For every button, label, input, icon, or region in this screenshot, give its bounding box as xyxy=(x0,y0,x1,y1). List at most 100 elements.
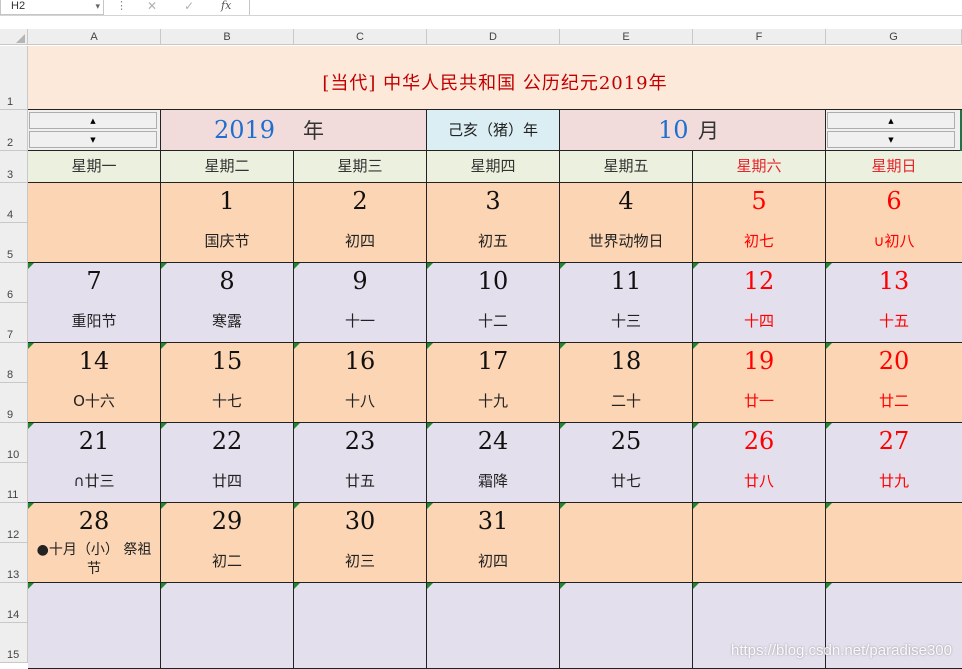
row-number: 11 xyxy=(7,489,19,501)
column-header[interactable]: D xyxy=(427,29,560,45)
cancel-icon[interactable]: ✕ xyxy=(147,0,157,12)
day-cell[interactable] xyxy=(294,583,427,669)
weekday-header[interactable]: 星期二 xyxy=(161,151,294,183)
day-cell[interactable]: 1 国庆节 xyxy=(161,183,294,263)
day-cell[interactable]: 31 初四 xyxy=(427,503,560,583)
day-cell[interactable]: 17 十九 xyxy=(427,343,560,423)
comment-indicator-icon xyxy=(826,583,832,589)
month-up-button[interactable]: ▲ xyxy=(827,112,955,129)
day-cell[interactable]: 26 廿八 xyxy=(693,423,826,503)
row-header[interactable]: 2 xyxy=(0,110,28,151)
day-cell[interactable]: 16 十八 xyxy=(294,343,427,423)
year-up-button[interactable]: ▲ xyxy=(29,112,157,129)
row-header[interactable]: 15 xyxy=(0,623,28,663)
insert-function-icon[interactable]: fx xyxy=(221,0,231,12)
day-cell[interactable]: 15 十七 xyxy=(161,343,294,423)
weekday-header[interactable]: 星期一 xyxy=(28,151,161,183)
column-header[interactable]: C xyxy=(294,29,427,45)
row-header[interactable]: 9 xyxy=(0,383,28,423)
weekday-header[interactable]: 星期四 xyxy=(427,151,560,183)
day-cell[interactable]: 29 初二 xyxy=(161,503,294,583)
comment-indicator-icon xyxy=(693,503,699,509)
row-header[interactable]: 11 xyxy=(0,463,28,503)
day-cell[interactable]: 7 重阳节 xyxy=(28,263,161,343)
drag-handle-icon[interactable]: ⋮ xyxy=(116,0,127,12)
day-cell[interactable]: 23 廿五 xyxy=(294,423,427,503)
day-cell[interactable] xyxy=(28,183,161,263)
column-headers: ABCDEFG xyxy=(0,29,962,45)
day-cell[interactable]: 19 廿一 xyxy=(693,343,826,423)
day-cell[interactable]: 24 霜降 xyxy=(427,423,560,503)
day-cell[interactable] xyxy=(161,583,294,669)
row-number: 5 xyxy=(7,249,14,261)
row-header[interactable]: 13 xyxy=(0,543,28,583)
day-cell[interactable]: 18 二十 xyxy=(560,343,693,423)
title-cell[interactable]: [当代] 中华人民共和国 公历纪元2019年 xyxy=(28,46,962,110)
row-header[interactable]: 3 xyxy=(0,151,28,183)
day-cell[interactable]: 22 廿四 xyxy=(161,423,294,503)
day-cell[interactable]: 3 初五 xyxy=(427,183,560,263)
day-cell[interactable] xyxy=(826,503,962,583)
day-cell[interactable] xyxy=(427,583,560,669)
day-cell[interactable]: 14 O十六 xyxy=(28,343,161,423)
row-header[interactable]: 7 xyxy=(0,303,28,343)
confirm-icon[interactable]: ✓ xyxy=(184,0,194,12)
column-header[interactable]: G xyxy=(826,29,962,45)
day-cell[interactable]: 28 ●十月（小） 祭祖节 xyxy=(28,503,161,583)
day-number: 14 xyxy=(78,347,110,375)
day-cell[interactable] xyxy=(560,503,693,583)
row-number: 6 xyxy=(7,289,14,301)
month-display-cell[interactable]: 10 月 xyxy=(560,110,826,151)
weekday-header[interactable]: 星期三 xyxy=(294,151,427,183)
day-cell[interactable]: 9 十一 xyxy=(294,263,427,343)
day-number: 5 xyxy=(751,187,767,215)
day-cell[interactable]: 13 十五 xyxy=(826,263,962,343)
day-cell[interactable]: 27 廿九 xyxy=(826,423,962,503)
day-cell[interactable] xyxy=(693,503,826,583)
year-spinner[interactable]: ▲ ▼ xyxy=(29,112,157,149)
row-header[interactable]: 12 xyxy=(0,503,28,543)
row-header[interactable]: 4 xyxy=(0,183,28,223)
day-number: 19 xyxy=(743,347,775,375)
day-cell[interactable]: 10 十二 xyxy=(427,263,560,343)
day-cell[interactable]: 2 初四 xyxy=(294,183,427,263)
row-header[interactable]: 8 xyxy=(0,343,28,383)
day-note: 初五 xyxy=(477,232,508,250)
day-cell[interactable]: 30 初三 xyxy=(294,503,427,583)
select-all-corner[interactable] xyxy=(0,29,28,45)
row-header[interactable]: 10 xyxy=(0,423,28,463)
day-cell[interactable] xyxy=(28,583,161,669)
day-number: 22 xyxy=(211,427,243,455)
column-header[interactable]: E xyxy=(560,29,693,45)
day-cell[interactable]: 8 寒露 xyxy=(161,263,294,343)
column-header[interactable]: B xyxy=(161,29,294,45)
day-cell[interactable]: 12 十四 xyxy=(693,263,826,343)
weekday-header[interactable]: 星期五 xyxy=(560,151,693,183)
year-down-button[interactable]: ▼ xyxy=(29,131,157,148)
day-cell[interactable]: 4 世界动物日 xyxy=(560,183,693,263)
day-cell[interactable]: 11 十三 xyxy=(560,263,693,343)
month-spinner[interactable]: ▲ ▼ xyxy=(827,112,955,149)
column-header[interactable]: A xyxy=(28,29,161,45)
weekday-header[interactable]: 星期日 xyxy=(826,151,962,183)
row-header[interactable]: 5 xyxy=(0,223,28,263)
column-header[interactable]: F xyxy=(693,29,826,45)
chevron-down-icon[interactable]: ▾ xyxy=(95,0,100,12)
month-down-button[interactable]: ▼ xyxy=(827,131,955,148)
calendar-title: [当代] 中华人民共和国 公历纪元2019年 xyxy=(322,73,668,94)
ganzhi-cell[interactable]: 己亥（猪）年 xyxy=(427,110,560,151)
day-cell[interactable] xyxy=(560,583,693,669)
day-cell[interactable]: 21 ∩廿三 xyxy=(28,423,161,503)
day-cell[interactable]: 5 初七 xyxy=(693,183,826,263)
row-header[interactable]: 1 xyxy=(0,46,28,110)
row-header[interactable]: 14 xyxy=(0,583,28,623)
weekday-header[interactable]: 星期六 xyxy=(693,151,826,183)
year-display-cell[interactable]: 2019 年 xyxy=(161,110,427,151)
formula-bar: H2 ▾ ⋮ ✕ ✓ fx xyxy=(0,0,962,16)
name-box[interactable]: H2 ▾ xyxy=(0,0,104,15)
row-header[interactable]: 6 xyxy=(0,263,28,303)
day-cell[interactable]: 20 廿二 xyxy=(826,343,962,423)
formula-input[interactable] xyxy=(249,0,962,15)
day-cell[interactable]: 25 廿七 xyxy=(560,423,693,503)
day-cell[interactable]: 6 ∪初八 xyxy=(826,183,962,263)
